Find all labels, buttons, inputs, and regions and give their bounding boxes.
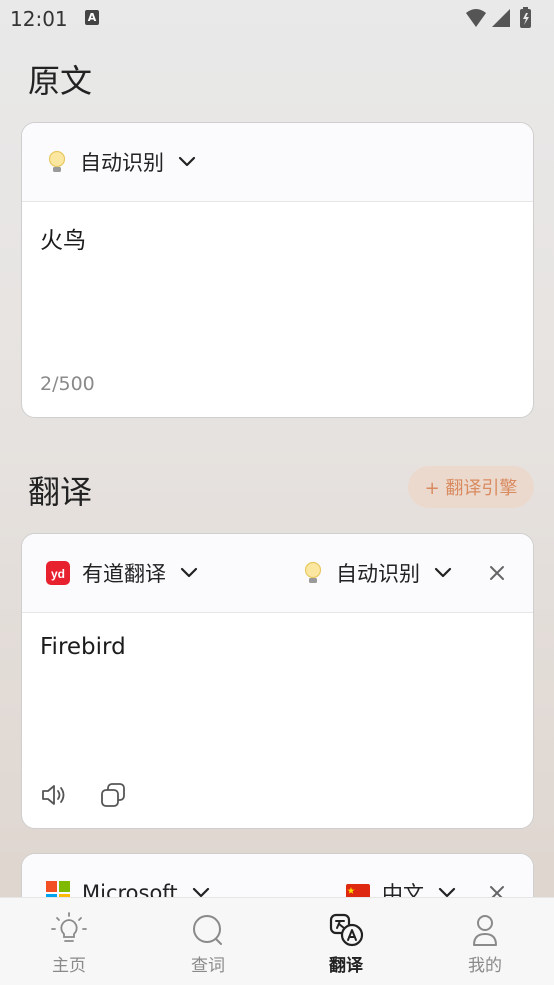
search-icon (190, 911, 226, 949)
nav-label: 查词 (191, 956, 225, 976)
target-language-label: 自动识别 (336, 562, 420, 586)
source-section-title: 原文 (28, 62, 93, 100)
nav-label: 主页 (52, 956, 86, 976)
translate-icon (327, 911, 365, 949)
svg-text:yd: yd (51, 567, 65, 581)
engine-label: 有道翻译 (82, 562, 166, 586)
character-counter: 2/500 (40, 373, 95, 395)
translation-result-card: yd 有道翻译 自动识别 Firebird (21, 533, 534, 829)
source-language-selector[interactable]: 自动识别 (46, 123, 196, 201)
target-language-selector[interactable]: 自动识别 (302, 534, 452, 612)
add-engine-button[interactable]: + 翻译引擎 (408, 466, 534, 508)
nav-item-dictionary[interactable]: 查词 (139, 898, 277, 985)
chevron-down-icon (180, 567, 198, 579)
source-text-input[interactable]: 火鸟 (40, 221, 86, 255)
youdao-logo-icon: yd (46, 561, 70, 585)
nav-item-home[interactable]: 主页 (0, 898, 138, 985)
nav-item-profile[interactable]: 我的 (416, 898, 554, 985)
speaker-icon[interactable] (40, 782, 68, 808)
lightbulb-icon (51, 911, 87, 949)
status-icons (464, 7, 544, 35)
source-card: 自动识别 火鸟 2/500 (21, 122, 534, 418)
lightbulb-icon (302, 560, 324, 586)
translation-result-text: Firebird (40, 634, 126, 660)
engine-selector[interactable]: yd 有道翻译 (46, 534, 198, 612)
copy-icon[interactable] (100, 782, 126, 808)
chevron-down-icon (178, 156, 196, 168)
chevron-down-icon (434, 567, 452, 579)
wifi-icon (466, 9, 486, 27)
translation-section-title: 翻译 (28, 473, 93, 511)
person-icon (467, 911, 503, 949)
bottom-navigation: 主页 查词 翻译 我的 (0, 897, 554, 985)
lightbulb-icon (46, 149, 68, 175)
notification-icon: A (85, 10, 99, 25)
source-language-label: 自动识别 (80, 151, 164, 175)
source-card-header: 自动识别 (22, 123, 533, 202)
status-bar: 12:01 A (0, 0, 554, 38)
battery-icon (520, 7, 531, 28)
nav-label: 我的 (468, 956, 502, 976)
nav-label: 翻译 (329, 956, 363, 976)
nav-item-translate[interactable]: 翻译 (277, 898, 415, 985)
result-card-header: yd 有道翻译 自动识别 (22, 534, 533, 613)
status-time: 12:01 (10, 7, 68, 31)
close-icon[interactable] (483, 559, 511, 587)
signal-icon (492, 9, 510, 27)
